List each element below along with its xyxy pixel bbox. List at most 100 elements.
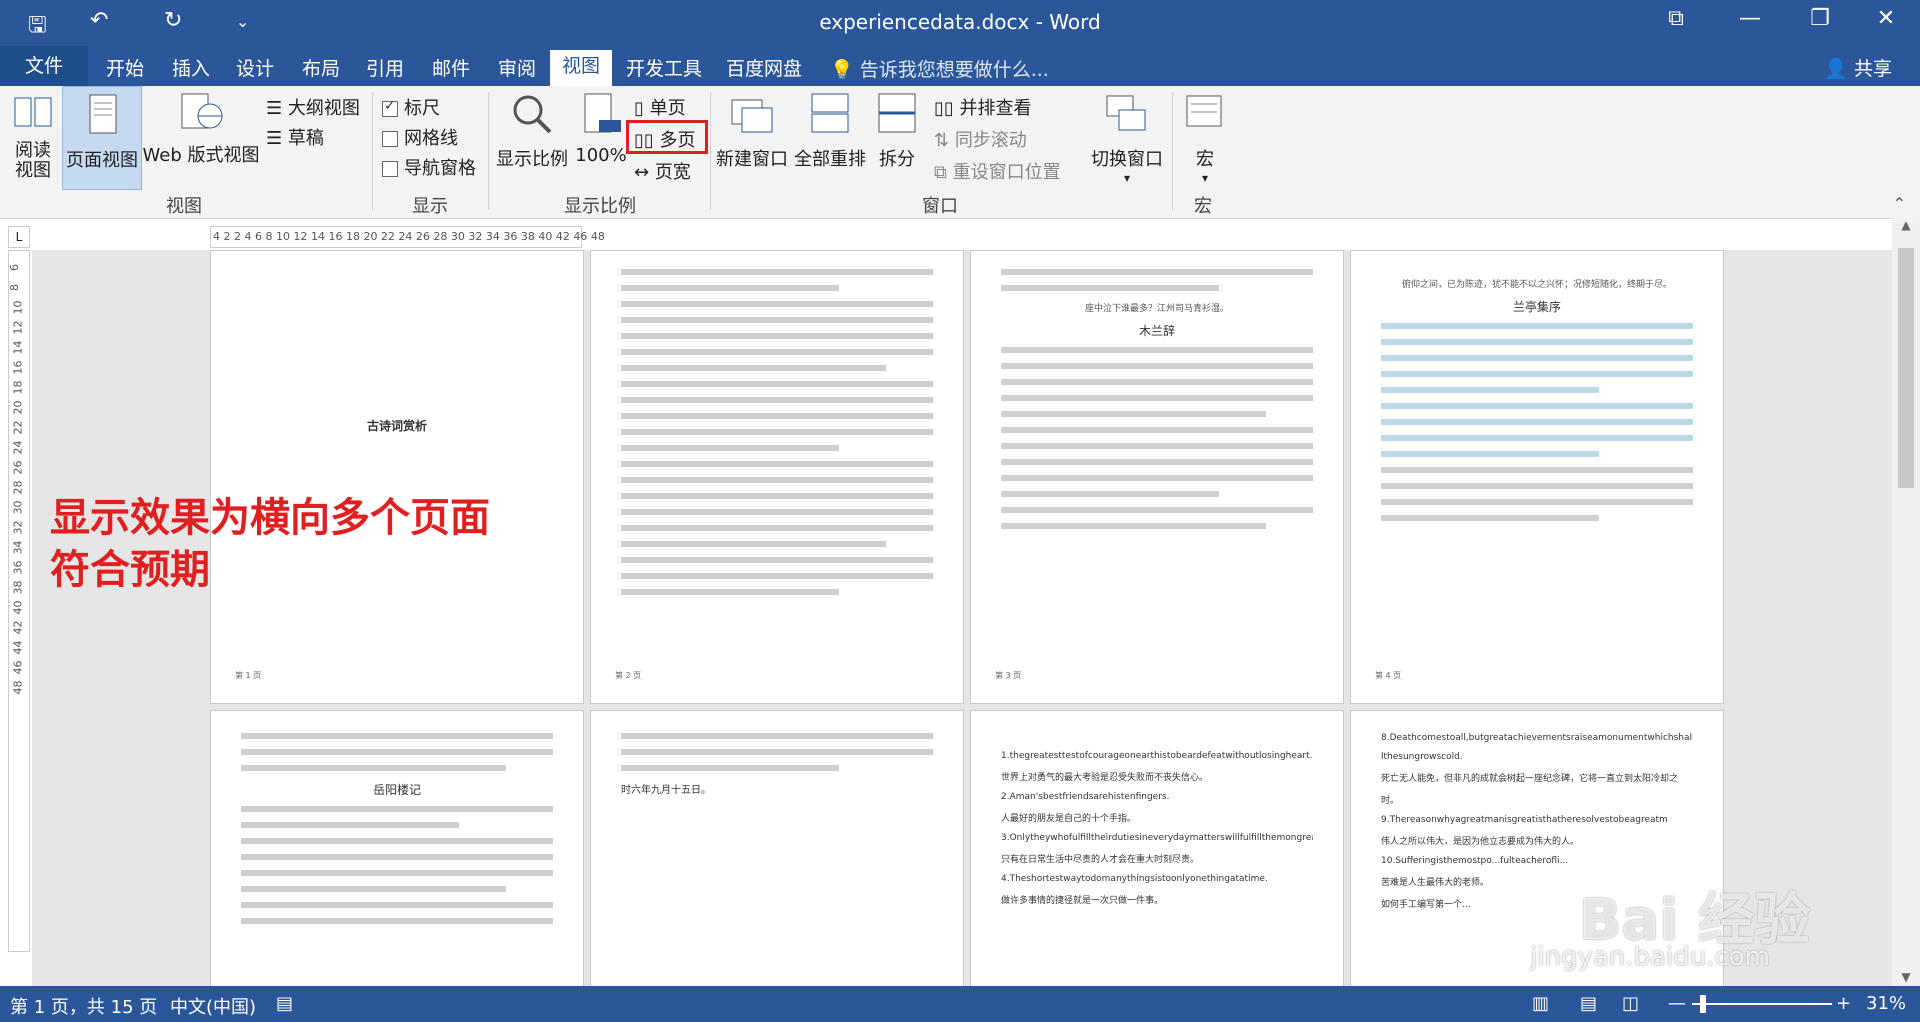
tab-home[interactable]: 开始 xyxy=(106,54,144,81)
tab-developer[interactable]: 开发工具 xyxy=(626,54,702,81)
title-bar: 🖫 ↶ ↻ ⌄ experiencedata.docx - Word ⧉ — ❐… xyxy=(0,0,1920,46)
print-layout-button[interactable]: 页面视图 xyxy=(62,86,142,190)
single-page-icon: ▯ xyxy=(634,98,650,119)
web-layout-button[interactable]: Web 版式视图 xyxy=(142,92,260,167)
side-by-side-label: 并排查看 xyxy=(959,98,1032,119)
vertical-ruler-tick: 10 xyxy=(11,300,25,315)
read-mode-button[interactable]: 阅读 视图 xyxy=(8,92,58,181)
page-7-line: 世界上对勇气的最大考验是忍受失败而不丧失信心。 xyxy=(1001,773,1209,783)
macro-group-label: 宏 xyxy=(1194,196,1212,217)
page-3[interactable]: 座中泣下谁最多？江州司马青衫湿。 木兰辞 第 3 页 xyxy=(970,250,1344,704)
web-layout-icon[interactable]: ◫ xyxy=(1622,993,1639,1014)
zoom-slider-thumb[interactable] xyxy=(1700,995,1706,1013)
zoom-button[interactable]: 显示比例 xyxy=(494,92,570,171)
page-1-title: 古诗词赏析 xyxy=(366,419,427,433)
page-3-subtitle: 座中泣下谁最多？江州司马青衫湿。 xyxy=(1084,304,1229,314)
vertical-ruler-tick: 44 xyxy=(11,640,25,655)
gridlines-checkbox[interactable]: 网格线 xyxy=(382,124,458,150)
draft-button[interactable]: ☰ 草稿 xyxy=(266,124,324,150)
zoom-in-button[interactable]: + xyxy=(1836,993,1851,1014)
tell-me-input[interactable]: 💡 告诉我您想要做什么... xyxy=(830,55,1049,82)
page-5[interactable]: 岳阳楼记 xyxy=(210,710,584,986)
reset-window-button[interactable]: ⧉ 重设窗口位置 xyxy=(934,158,1061,184)
restore-icon[interactable]: ❐ xyxy=(1800,6,1840,31)
page-4[interactable]: 俯仰之间，已为陈迹，犹不能不以之兴怀；况修短随化，终期于尽。 兰亭集序 第 4 … xyxy=(1350,250,1724,704)
tab-selector[interactable]: L xyxy=(8,226,30,248)
vertical-ruler-tick: 24 xyxy=(11,440,25,455)
vertical-ruler[interactable]: 6 8 10 12 14 16 18 20 22 24 26 28 30 32 34 36 38 40 42 44 46… xyxy=(8,250,30,952)
zoom-percent[interactable]: 31% xyxy=(1866,993,1906,1014)
tab-review[interactable]: 审阅 xyxy=(498,54,536,81)
vertical-ruler-tick: 14 xyxy=(11,340,25,355)
nav-pane-checkbox[interactable]: 导航窗格 xyxy=(382,154,476,180)
ribbon-tabs: 文件 开始 插入 设计 布局 引用 邮件 审阅 视图 开发工具 百度网盘 💡 告… xyxy=(0,46,1920,86)
vertical-ruler-tick: 6 xyxy=(8,264,21,271)
horizontal-ruler[interactable]: 4 2 2 4 6 8 10 12 14 16 18 20 22 24 26 2… xyxy=(210,226,605,248)
zoom-slider[interactable] xyxy=(1692,995,1832,1013)
zoom-label: 显示比例 xyxy=(496,149,568,170)
scroll-up-icon[interactable]: ▲ xyxy=(1892,218,1920,232)
print-layout-icon[interactable]: ▤ xyxy=(1580,993,1597,1014)
print-layout-label: 页面视图 xyxy=(66,150,138,171)
lightbulb-icon: 💡 xyxy=(830,59,854,81)
checkbox-icon xyxy=(382,161,398,177)
page-8-line: 8.Deathcomestoall,butgreatachievementsra… xyxy=(1381,733,1693,743)
file-tab[interactable]: 文件 xyxy=(0,46,88,86)
split-button[interactable]: 拆分 xyxy=(870,92,924,171)
vertical-ruler-tick: 8 xyxy=(8,284,21,291)
window-group-label: 窗口 xyxy=(922,196,958,217)
side-by-side-button[interactable]: ▯▯ 并排查看 xyxy=(934,94,1032,120)
scroll-down-icon[interactable]: ▼ xyxy=(1892,970,1920,984)
tab-insert[interactable]: 插入 xyxy=(172,54,210,81)
proofing-icon[interactable]: ▤ xyxy=(276,993,293,1014)
page-width-button[interactable]: ↔ 页宽 xyxy=(634,158,691,184)
switch-windows-icon xyxy=(1106,95,1146,131)
page-5-title: 岳阳楼记 xyxy=(372,783,421,797)
page-6[interactable]: 时六年九月十五日。 xyxy=(590,710,964,986)
vertical-scrollbar[interactable]: ▲ ▼ xyxy=(1892,218,1920,986)
switch-windows-button[interactable]: 切换窗口 ▾ xyxy=(1084,92,1170,185)
ribbon-display-icon[interactable]: ⧉ xyxy=(1656,6,1696,31)
tab-design[interactable]: 设计 xyxy=(236,54,274,81)
arrange-all-button[interactable]: 全部重排 xyxy=(792,92,868,171)
multi-page-highlight xyxy=(626,120,708,154)
tab-layout[interactable]: 布局 xyxy=(302,54,340,81)
page-count[interactable]: 第 1 页，共 15 页 xyxy=(10,993,157,1019)
page-7-line: 做许多事情的捷径就是一次只做一件事。 xyxy=(1001,896,1164,906)
new-window-label: 新建窗口 xyxy=(716,149,788,170)
page-7[interactable]: 1.thegreatesttestofcourageonearthistobea… xyxy=(970,710,1344,986)
ruler-checkbox[interactable]: 标尺 xyxy=(382,94,440,120)
person-icon: 👤 xyxy=(1824,58,1848,80)
page-width-label: 页宽 xyxy=(654,162,691,183)
close-icon[interactable]: ✕ xyxy=(1866,6,1906,31)
dropdown-arrow-icon: ▾ xyxy=(1201,171,1209,185)
scroll-thumb[interactable] xyxy=(1898,248,1914,488)
separator xyxy=(372,92,373,210)
tab-view[interactable]: 视图 xyxy=(550,50,613,86)
zoom-100-label: 100% xyxy=(575,145,627,166)
page-4-title: 兰亭集序 xyxy=(1512,300,1561,314)
sync-scroll-button[interactable]: ⇅ 同步滚动 xyxy=(934,126,1027,152)
page-1[interactable]: 古诗词赏析 第 1 页 xyxy=(210,250,584,704)
tab-baidu-netdisk[interactable]: 百度网盘 xyxy=(726,54,802,81)
read-mode-icon[interactable]: ▥ xyxy=(1532,993,1549,1014)
macros-button[interactable]: 宏 ▾ xyxy=(1178,92,1232,185)
vertical-ruler-tick: 16 xyxy=(11,360,25,375)
page-2[interactable]: 第 2 页 xyxy=(590,250,964,704)
tab-mailings[interactable]: 邮件 xyxy=(432,54,470,81)
page-1-footer: 第 1 页 xyxy=(235,671,262,680)
outline-button[interactable]: ☰ 大纲视图 xyxy=(266,94,360,120)
window-title: experiencedata.docx - Word xyxy=(819,10,1101,34)
zoom-out-button[interactable]: — xyxy=(1668,993,1686,1014)
page-100-icon xyxy=(584,93,621,133)
one-page-button[interactable]: ▯ 单页 xyxy=(634,94,686,120)
minimize-icon[interactable]: — xyxy=(1730,6,1770,31)
collapse-ribbon-icon[interactable]: ⌃ xyxy=(1893,194,1906,213)
language-indicator[interactable]: 中文(中国) xyxy=(170,993,256,1019)
new-window-button[interactable]: 新建窗口 xyxy=(714,92,790,171)
reset-window-icon: ⧉ xyxy=(934,162,953,183)
tab-references[interactable]: 引用 xyxy=(366,54,404,81)
page-icon xyxy=(89,94,117,134)
zoom-100-button[interactable]: 100% xyxy=(574,92,628,166)
share-button[interactable]: 👤 共享 xyxy=(1824,54,1892,81)
